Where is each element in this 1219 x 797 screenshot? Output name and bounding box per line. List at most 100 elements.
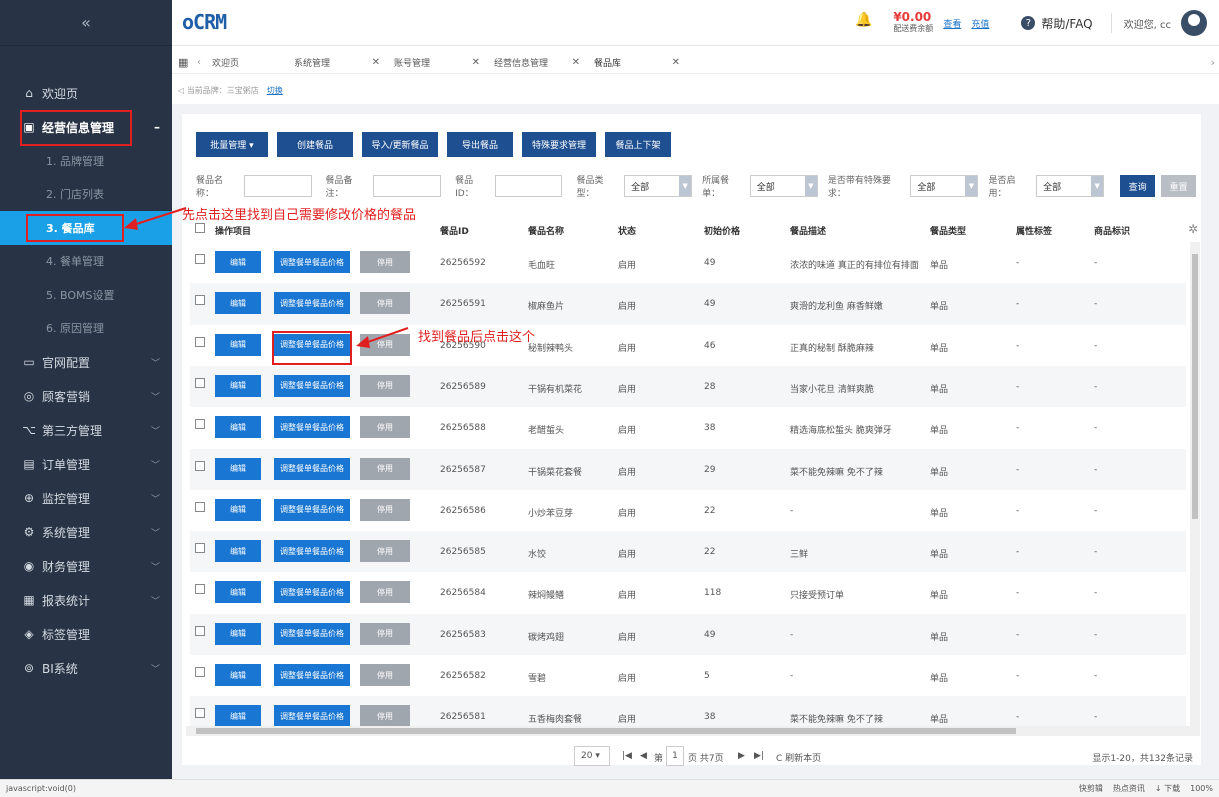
adjust-menu-price-button[interactable]: 调整餐单餐品价格 [274, 374, 350, 397]
close-icon[interactable]: ✕ [572, 57, 580, 68]
disable-button[interactable]: 停用 [360, 498, 410, 521]
edit-button[interactable]: 编辑 [215, 498, 261, 521]
query-button[interactable]: 查询 [1120, 175, 1156, 197]
dish-remark-input[interactable] [373, 175, 442, 197]
adjust-menu-price-button[interactable]: 调整餐单餐品价格 [274, 705, 350, 726]
row-checkbox[interactable] [195, 460, 205, 471]
disable-button[interactable]: 停用 [360, 664, 410, 686]
reset-button[interactable]: 重置 [1161, 175, 1196, 197]
disable-button[interactable]: 停用 [360, 622, 410, 645]
edit-button[interactable]: 编辑 [215, 664, 261, 686]
dish-id-input[interactable] [494, 175, 563, 197]
prev-page-icon[interactable]: ◀ [640, 751, 647, 761]
hot-news-button[interactable]: 热点资讯 [1113, 783, 1145, 794]
dish-name-input[interactable] [243, 175, 312, 197]
collapse-sidebar-icon[interactable]: « [0, 0, 172, 46]
vertical-scrollbar[interactable] [1190, 242, 1200, 726]
adjust-menu-price-button[interactable]: 调整餐单餐品价格 [274, 457, 350, 480]
row-checkbox[interactable] [195, 254, 205, 264]
edit-button[interactable]: 编辑 [215, 457, 261, 480]
sidebar-sub-menu[interactable]: 4. 餐单管理 [0, 245, 172, 279]
bell-icon[interactable]: 🔔 [855, 12, 877, 34]
enabled-select[interactable]: 全部 ▼ [1036, 175, 1105, 197]
row-checkbox[interactable] [195, 419, 205, 430]
last-page-icon[interactable]: ▶| [754, 751, 764, 761]
grid-menu-icon[interactable]: ▦ [178, 56, 192, 69]
edit-button[interactable]: 编辑 [215, 251, 261, 273]
row-checkbox[interactable] [195, 543, 205, 554]
download-button[interactable]: ↓ 下载 [1155, 783, 1180, 794]
scroll-thumb[interactable] [1192, 254, 1198, 519]
adjust-menu-price-button[interactable]: 调整餐单餐品价格 [274, 581, 350, 604]
page-number-input[interactable]: 1 [666, 746, 684, 766]
scroll-thumb[interactable] [196, 728, 1016, 734]
collapse-toggle-icon[interactable]: – [154, 120, 160, 134]
disable-button[interactable]: 停用 [360, 705, 410, 726]
close-icon[interactable]: ✕ [372, 57, 380, 68]
avatar[interactable] [1181, 10, 1207, 36]
row-checkbox[interactable] [195, 625, 205, 636]
refresh-page-button[interactable]: C 刷新本页 [776, 751, 821, 764]
page-size-select[interactable]: 20 ▾ [574, 746, 610, 766]
tab-accounts[interactable]: 账号管理 ✕ [388, 52, 488, 74]
edit-button[interactable]: 编辑 [215, 292, 261, 315]
column-settings-icon[interactable]: ✲ [1188, 222, 1198, 236]
disable-button[interactable]: 停用 [360, 581, 410, 604]
row-checkbox[interactable] [195, 584, 205, 595]
zoom-level[interactable]: 100% [1190, 784, 1213, 793]
disable-button[interactable]: 停用 [360, 251, 410, 273]
edit-button[interactable]: 编辑 [215, 374, 261, 397]
adjust-menu-price-button[interactable]: 调整餐单餐品价格 [274, 251, 350, 273]
disable-button[interactable]: 停用 [360, 540, 410, 563]
next-page-icon[interactable]: ▶ [738, 751, 745, 761]
adjust-menu-price-button[interactable]: 调整餐单餐品价格 [274, 540, 350, 563]
sidebar-sub-reasons[interactable]: 6. 原因管理 [0, 312, 172, 346]
adjust-menu-price-button[interactable]: 调整餐单餐品价格 [274, 498, 350, 521]
adjust-menu-price-button[interactable]: 调整餐单餐品价格 [274, 292, 350, 315]
sidebar-item-finance[interactable]: ◉ 财务管理 ﹀ [0, 549, 172, 583]
view-balance-link[interactable]: 查看 [943, 17, 961, 30]
shelf-button[interactable]: 餐品上下架 [605, 132, 671, 157]
row-checkbox[interactable] [195, 377, 205, 388]
first-page-icon[interactable]: |◀ [622, 751, 632, 761]
help-faq-link[interactable]: ? 帮助/FAQ [1021, 15, 1093, 32]
import-update-button[interactable]: 导入/更新餐品 [362, 132, 438, 157]
disable-button[interactable]: 停用 [360, 457, 410, 480]
sidebar-item-third-party[interactable]: ⌥ 第三方管理 ﹀ [0, 413, 172, 447]
row-checkbox[interactable] [195, 667, 205, 677]
sidebar-item-bi[interactable]: ⊚ BI系统 ﹀ [0, 651, 172, 685]
disable-button[interactable]: 停用 [360, 292, 410, 315]
special-request-button[interactable]: 特殊要求管理 [522, 132, 596, 157]
tab-dish-library[interactable]: 餐品库 ✕ [588, 52, 688, 74]
tab-scroll-right-icon[interactable]: › [1211, 56, 1215, 69]
adjust-menu-price-button[interactable]: 调整餐单餐品价格 [274, 416, 350, 439]
edit-button[interactable]: 编辑 [215, 540, 261, 563]
menu-select[interactable]: 全部 ▼ [749, 175, 818, 197]
batch-manage-button[interactable]: 批量管理 ▾ [196, 132, 268, 157]
sidebar-item-tags[interactable]: ◈ 标签管理 [0, 617, 172, 651]
special-select[interactable]: 全部 ▼ [910, 175, 979, 197]
edit-button[interactable]: 编辑 [215, 705, 261, 726]
adjust-menu-price-button[interactable]: 调整餐单餐品价格 [274, 622, 350, 645]
close-icon[interactable]: ✕ [672, 57, 680, 68]
tab-scroll-left-icon[interactable]: ‹ [192, 57, 206, 68]
sidebar-item-welcome[interactable]: ⌂ 欢迎页 [0, 76, 172, 110]
row-checkbox[interactable] [195, 336, 205, 347]
select-all-checkbox[interactable] [195, 223, 205, 233]
switch-brand-link[interactable]: 切换 [267, 86, 283, 95]
create-dish-button[interactable]: 创建餐品 [277, 132, 353, 157]
sidebar-item-orders[interactable]: ▤ 订单管理 ﹀ [0, 447, 172, 481]
sidebar-item-marketing[interactable]: ◎ 顾客营销 ﹀ [0, 379, 172, 413]
sidebar-sub-brand[interactable]: 1. 品牌管理 [0, 144, 172, 178]
disable-button[interactable]: 停用 [360, 416, 410, 439]
tab-system[interactable]: 系统管理 ✕ [288, 52, 388, 74]
recharge-link[interactable]: 充值 [971, 17, 989, 30]
close-icon[interactable]: ✕ [472, 57, 480, 68]
sidebar-item-monitor[interactable]: ⊕ 监控管理 ﹀ [0, 481, 172, 515]
row-checkbox[interactable] [195, 708, 205, 719]
horizontal-scrollbar[interactable] [186, 726, 1200, 736]
edit-button[interactable]: 编辑 [215, 622, 261, 645]
dish-type-select[interactable]: 全部 ▼ [624, 175, 693, 197]
sidebar-item-system[interactable]: ⚙ 系统管理 ﹀ [0, 515, 172, 549]
disable-button[interactable]: 停用 [360, 374, 410, 397]
